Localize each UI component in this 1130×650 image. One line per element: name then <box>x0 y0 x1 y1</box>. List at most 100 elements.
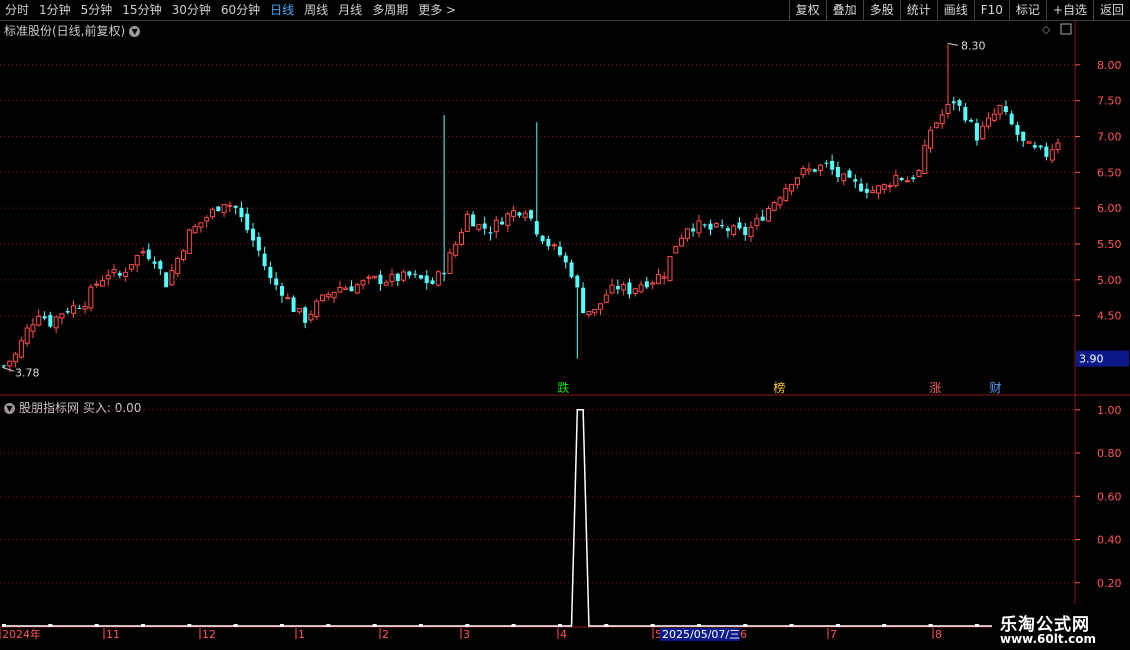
current-price-label: 3.90 <box>1079 353 1104 366</box>
period-tab-8[interactable]: 月线 <box>333 0 367 20</box>
candle-body <box>48 314 53 327</box>
y-tick-label: 0.80 <box>1097 447 1122 460</box>
indicator-point <box>789 624 794 627</box>
candle-body <box>511 210 517 217</box>
candle-body <box>517 212 522 216</box>
action-button-8[interactable]: 返回 <box>1092 0 1130 20</box>
candle-body <box>684 228 690 239</box>
candle-body <box>488 232 493 234</box>
action-button-5[interactable]: F10 <box>973 0 1009 20</box>
candle-body <box>227 204 233 207</box>
period-tab-3[interactable]: 15分钟 <box>117 0 166 20</box>
indicator-point <box>928 624 933 627</box>
candle-body <box>1026 141 1032 144</box>
candle-body <box>1044 146 1049 157</box>
candle-body <box>343 287 349 290</box>
candle-body <box>847 170 852 178</box>
y-tick-label: 7.50 <box>1097 95 1122 108</box>
indicator-point <box>372 624 377 627</box>
candle-body <box>748 226 754 237</box>
candle-body <box>360 280 366 286</box>
candle-body <box>899 177 904 181</box>
candle-body <box>581 287 586 314</box>
period-tab-0[interactable]: 分时 <box>0 0 34 20</box>
x-tick-label: 12 <box>202 628 216 641</box>
period-tab-5[interactable]: 60分钟 <box>216 0 265 20</box>
period-tab-2[interactable]: 5分钟 <box>76 0 118 20</box>
signal-label: 榜 <box>773 380 785 395</box>
action-button-1[interactable]: 叠加 <box>825 0 863 20</box>
candle-body <box>198 222 204 228</box>
candle-body <box>841 173 847 182</box>
period-tab-7[interactable]: 周线 <box>299 0 333 20</box>
candle-body <box>175 257 181 275</box>
indicator-point <box>187 624 192 627</box>
period-tab-10[interactable]: 更多 > <box>413 0 461 20</box>
candle-body <box>875 185 881 194</box>
candle-body <box>18 340 24 358</box>
action-button-2[interactable]: 多股 <box>862 0 900 20</box>
indicator-point <box>48 624 53 627</box>
candle-body <box>870 190 876 194</box>
candle-body <box>963 106 968 121</box>
candle-body <box>395 273 400 281</box>
candle-body <box>169 269 175 286</box>
candle-body <box>1055 142 1061 150</box>
candle-body <box>1038 145 1043 148</box>
candle-body <box>233 205 238 208</box>
action-button-7[interactable]: +自选 <box>1045 0 1093 20</box>
candle-body <box>603 294 609 303</box>
candle-body <box>859 183 864 192</box>
candle-body <box>609 284 615 294</box>
period-tab-9[interactable]: 多周期 <box>367 0 413 20</box>
candle-body <box>279 286 284 296</box>
candle-body <box>893 174 899 187</box>
candle-body <box>922 144 928 175</box>
candle-body <box>464 213 470 232</box>
candle-body <box>181 250 187 260</box>
candle-body <box>407 271 412 276</box>
candle-body <box>650 282 656 285</box>
candle-body <box>99 280 105 287</box>
period-tab-4[interactable]: 30分钟 <box>167 0 216 20</box>
candle-body <box>986 117 992 127</box>
action-button-4[interactable]: 画线 <box>936 0 974 20</box>
y-tick-label: 6.50 <box>1097 166 1122 179</box>
candle-body <box>331 292 337 299</box>
candle-body <box>540 235 545 242</box>
indicator-point <box>140 624 145 627</box>
candle-body <box>42 316 47 319</box>
candle-body <box>794 177 800 185</box>
max-marker-arrow <box>947 42 959 46</box>
candle-body <box>158 261 163 270</box>
action-button-0[interactable]: 复权 <box>788 0 826 20</box>
candle-body <box>1003 106 1008 112</box>
candle-body <box>864 188 869 193</box>
candle-body <box>800 167 806 176</box>
candle-body <box>667 256 673 281</box>
action-button-6[interactable]: 标记 <box>1008 0 1046 20</box>
candle-body <box>24 327 30 344</box>
candle-body <box>586 310 592 316</box>
y-tick-label: 4.50 <box>1097 310 1122 323</box>
candle-body <box>493 219 499 233</box>
candle-body <box>818 164 824 172</box>
candle-body <box>337 287 343 293</box>
candle-body <box>679 237 685 247</box>
candle-body <box>30 324 36 332</box>
candle-body <box>13 353 19 363</box>
candle-body <box>459 232 465 245</box>
indicator-point <box>326 624 331 627</box>
min-marker-arrow <box>1 366 15 372</box>
action-button-3[interactable]: 统计 <box>899 0 937 20</box>
candle-body <box>354 284 360 294</box>
period-tab-1[interactable]: 1分钟 <box>34 0 76 20</box>
candle-body <box>933 122 939 128</box>
candle-body <box>251 228 256 241</box>
x-tick-label: 4 <box>560 628 567 641</box>
chart-area[interactable]: 4.50 5.00 5.50 6.00 6.50 7.00 7.50 8.00 8.30 3.78… <box>0 21 1130 650</box>
x-tick-label: 1 <box>298 628 305 641</box>
candle-body <box>1015 124 1020 135</box>
candle-body <box>274 278 279 286</box>
period-tab-6[interactable]: 日线 <box>265 0 299 20</box>
